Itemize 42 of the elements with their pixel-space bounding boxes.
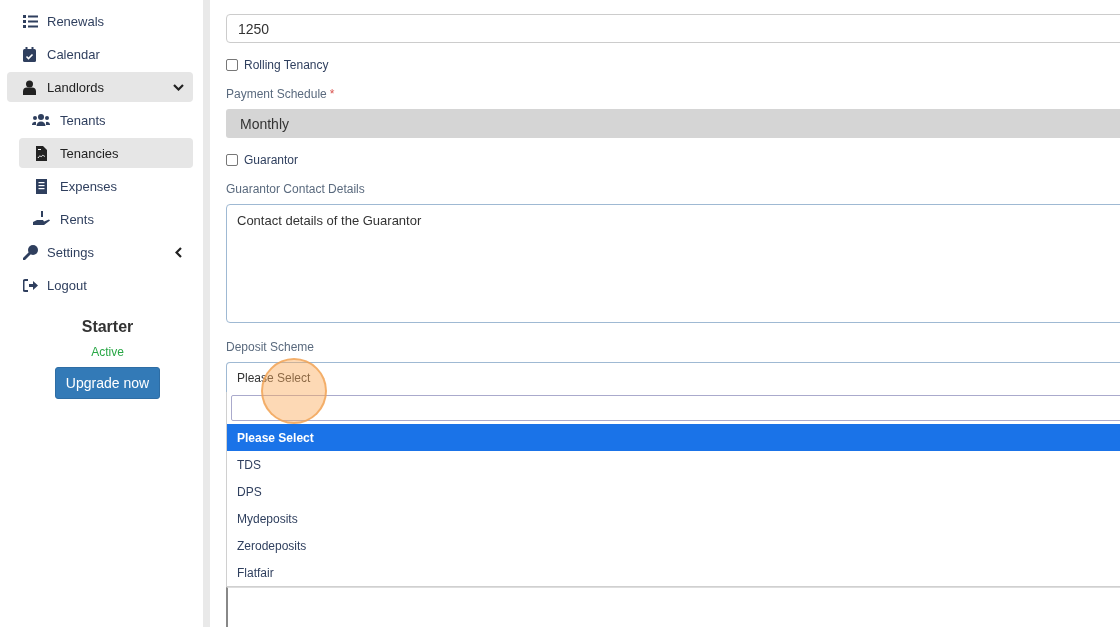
hand-coin-icon <box>32 211 50 227</box>
document-icon <box>35 145 47 161</box>
chevron-left-icon <box>174 246 182 258</box>
person-icon <box>23 79 36 95</box>
receipt-icon <box>35 178 47 194</box>
submenu-item[interactable]: Tenancies <box>19 138 193 168</box>
menu-item[interactable]: Calendar <box>7 39 193 69</box>
menu-item[interactable]: Logout <box>7 270 193 300</box>
dropdown-option[interactable]: Zerodeposits <box>227 532 1120 560</box>
search-field[interactable] <box>231 395 1120 422</box>
submenu-item[interactable]: Expenses <box>19 171 193 201</box>
dropdown-option[interactable]: Mydeposits <box>227 505 1120 533</box>
exit-icon <box>23 278 38 292</box>
list-icon <box>23 14 38 28</box>
rent-field[interactable]: 1250 <box>226 14 1120 44</box>
menu-item[interactable]: Renewals <box>7 6 193 36</box>
calendar-icon <box>23 46 36 62</box>
chevron-down-icon <box>172 83 184 91</box>
dropdown-option[interactable]: DPS <box>227 478 1120 506</box>
checkbox-label: Rolling Tenancy <box>244 58 329 73</box>
key-icon <box>23 244 38 260</box>
dropdown-option[interactable]: Please Select <box>227 424 1120 452</box>
checkbox[interactable] <box>226 59 238 72</box>
dropdown-option[interactable]: Flatfair <box>227 559 1120 587</box>
text-field[interactable] <box>226 587 1120 627</box>
checkbox[interactable] <box>226 154 238 167</box>
plan-name: Starter <box>81 318 134 336</box>
menu-item[interactable]: Landlords <box>7 72 193 102</box>
required-mark: * <box>329 87 335 102</box>
submenu-item[interactable]: Tenants <box>19 105 193 135</box>
dropdown-option[interactable]: TDS <box>227 451 1120 479</box>
field-label: Guarantor Contact Details <box>226 182 365 197</box>
plan-status: Active <box>91 345 124 359</box>
payment-schedule-select[interactable]: Monthly <box>226 109 1120 139</box>
upgrade-button[interactable]: Upgrade now <box>54 367 161 399</box>
checkbox-label: Guarantor <box>244 153 299 168</box>
group-icon <box>32 114 50 126</box>
guarantor-contact-field[interactable]: Contact details of the Guarantor <box>226 204 1120 324</box>
menu-item[interactable]: Settings <box>7 237 193 267</box>
submenu-item[interactable]: Rents <box>19 204 193 234</box>
field-label: Deposit Scheme <box>226 340 315 355</box>
field-label: Payment Schedule <box>226 87 327 102</box>
